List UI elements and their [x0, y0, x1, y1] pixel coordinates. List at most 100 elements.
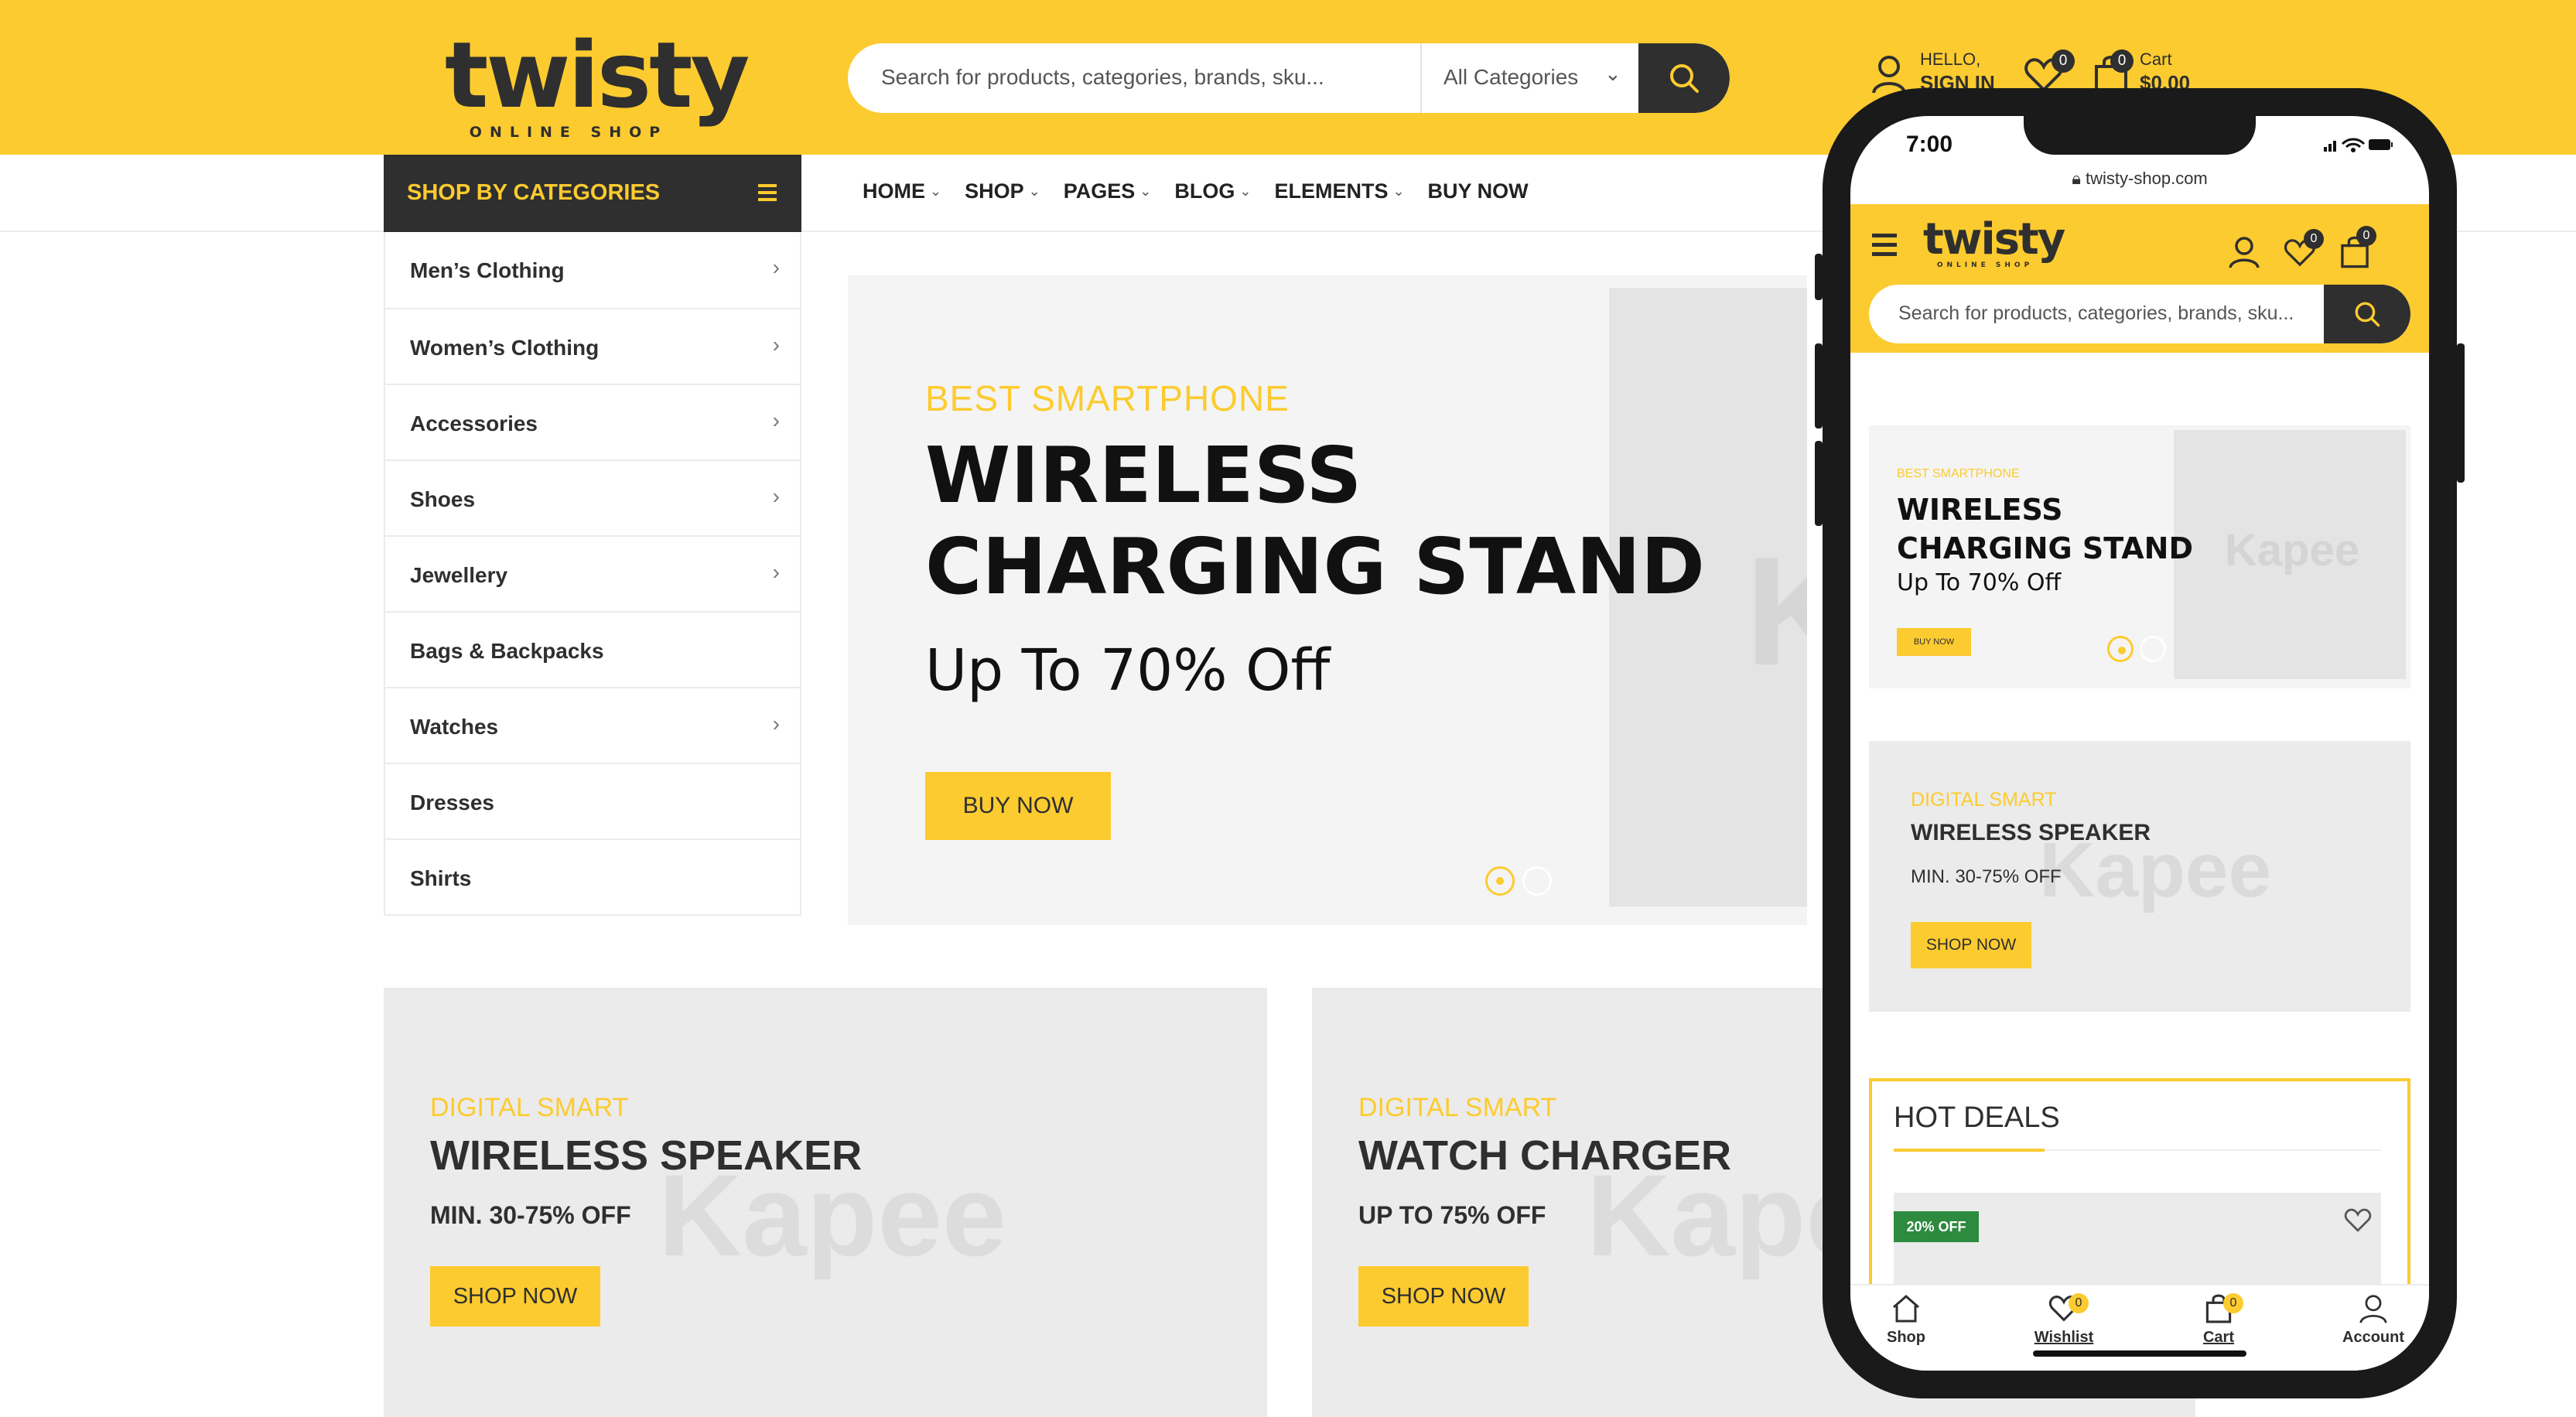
tab-account[interactable]: Account: [2311, 1293, 2429, 1347]
logo-tagline: ONLINE SHOP: [1936, 261, 2034, 269]
menu-icon: [758, 184, 777, 203]
category-label: Bags & Backpacks: [410, 639, 604, 663]
nav-item-shop[interactable]: SHOP ⌄: [965, 179, 1040, 203]
hero-eyebrow: BEST SMARTPHONE: [1897, 467, 2020, 480]
cart-count-badge: 0: [2356, 226, 2376, 246]
nav-item-label: BUY NOW: [1427, 179, 1529, 203]
promo-eyebrow: DIGITAL SMART: [430, 1093, 629, 1122]
search-category-select[interactable]: All Categories: [1443, 65, 1578, 90]
slider-dot-active[interactable]: [1485, 866, 1515, 896]
category-label: Shirts: [410, 866, 472, 890]
promo-subtitle: UP TO 75% OFF: [1358, 1201, 1546, 1229]
category-item-bags-backpacks[interactable]: Bags & Backpacks: [385, 611, 800, 687]
chevron-down-icon: ⌄: [930, 183, 942, 199]
nav-item-blog[interactable]: BLOG ⌄: [1174, 179, 1251, 203]
category-item-watches[interactable]: Watches ›: [385, 687, 800, 763]
nav-item-label: HOME: [863, 179, 925, 203]
category-label: Dresses: [410, 790, 494, 814]
shop-now-button[interactable]: SHOP NOW: [430, 1266, 600, 1327]
search-input[interactable]: Search for products, categories, brands,…: [881, 65, 1324, 90]
shop-now-button[interactable]: SHOP NOW: [1358, 1266, 1529, 1327]
url-text: twisty-shop.com: [2086, 169, 2208, 188]
home-icon: [1893, 1295, 1919, 1323]
wifi-icon: [2341, 138, 2366, 152]
slider-dot-active[interactable]: [2107, 636, 2134, 662]
chevron-right-icon: ›: [772, 333, 780, 357]
category-item-womens-clothing[interactable]: Women’s Clothing ›: [385, 308, 800, 384]
user-icon: [1872, 56, 1906, 94]
tab-shop[interactable]: Shop: [1850, 1293, 1968, 1347]
nav-item-home[interactable]: HOME ⌄: [863, 179, 941, 203]
promo-title: WIRELESS SPEAKER: [430, 1132, 863, 1179]
status-time: 7:00: [1906, 131, 1953, 157]
search-bar: Search for products, categories, brands,…: [848, 43, 1730, 113]
wishlist-count-badge: 0: [2304, 229, 2324, 249]
phone-side-button: [1815, 441, 1823, 526]
category-label: Watches: [410, 715, 499, 739]
category-item-shirts[interactable]: Shirts: [385, 838, 800, 914]
phone-screen: 7:00 🔒︎ twisty-shop.com twisty ONLINE SH…: [1850, 116, 2429, 1371]
discount-badge: 20% OFF: [1894, 1211, 1979, 1242]
category-item-jewellery[interactable]: Jewellery ›: [385, 535, 800, 611]
category-label: Shoes: [410, 487, 476, 511]
hero-title-line: WIRELESS: [1897, 493, 2063, 527]
hero-watermark: Kapee: [1745, 525, 1807, 698]
category-label: Men’s Clothing: [410, 258, 565, 282]
tab-label: Account: [2342, 1329, 2404, 1346]
category-label: Women’s Clothing: [410, 336, 600, 360]
categories-title: SHOP BY CATEGORIES: [407, 180, 661, 205]
hero-slider: Kapee BEST SMARTPHONE WIRELESS CHARGING …: [848, 275, 1807, 925]
mobile-wishlist-button[interactable]: 0: [2284, 229, 2324, 271]
add-to-wishlist-button[interactable]: [2344, 1207, 2372, 1237]
hero-buy-now-button[interactable]: BUY NOW: [1897, 628, 1971, 656]
nav-item-label: SHOP: [965, 179, 1024, 203]
nav-item-label: PAGES: [1063, 179, 1136, 203]
tab-label: Cart: [2202, 1329, 2234, 1346]
mobile-search-button[interactable]: [2324, 285, 2410, 343]
tab-cart[interactable]: 0 Cart: [2157, 1293, 2280, 1347]
mobile-logo[interactable]: twisty ONLINE SHOP: [1923, 218, 2065, 270]
mobile-search-bar: Search for products, categories, brands,…: [1869, 285, 2410, 343]
hero-subtitle: Up To 70% Off: [1897, 569, 2062, 596]
search-button[interactable]: [1638, 43, 1730, 113]
category-item-shoes[interactable]: Shoes ›: [385, 459, 800, 535]
mobile-hero-slider: Kapee BEST SMARTPHONE WIRELESS CHARGING …: [1869, 425, 2410, 688]
slider-dot[interactable]: [2140, 636, 2166, 662]
tab-wishlist[interactable]: 0 Wishlist: [2002, 1293, 2126, 1347]
promo-title: WATCH CHARGER: [1358, 1132, 1731, 1179]
shop-now-button[interactable]: SHOP NOW: [1911, 922, 2031, 968]
nav-item-elements[interactable]: ELEMENTS ⌄: [1274, 179, 1404, 203]
nav-item-pages[interactable]: PAGES ⌄: [1064, 179, 1152, 203]
slider-dot[interactable]: [1522, 866, 1552, 896]
categories-toggle[interactable]: SHOP BY CATEGORIES: [384, 155, 801, 232]
site-logo[interactable]: twisty ONLINE SHOP: [445, 22, 750, 141]
chevron-right-icon: ›: [772, 484, 780, 508]
heart-icon: [2344, 1208, 2372, 1232]
chevron-down-icon: ⌄: [1392, 183, 1405, 199]
chevron-down-icon: ⌄: [1604, 62, 1621, 85]
chevron-right-icon: ›: [772, 560, 780, 584]
hamburger-menu-icon[interactable]: [1872, 234, 1897, 261]
mobile-search-input[interactable]: Search for products, categories, brands,…: [1898, 302, 2294, 325]
lock-icon: 🔒︎: [2072, 169, 2086, 188]
nav-item-label: BLOG: [1174, 179, 1235, 203]
category-item-mens-clothing[interactable]: Men’s Clothing ›: [385, 232, 800, 308]
search-divider: [1420, 43, 1422, 113]
home-indicator[interactable]: [2033, 1350, 2246, 1357]
mobile-account-button[interactable]: [2228, 235, 2260, 273]
category-item-dresses[interactable]: Dresses: [385, 763, 800, 838]
account-greeting: HELLO,: [1920, 50, 1981, 69]
logo-wordmark: twisty: [445, 22, 750, 128]
chevron-right-icon: ›: [772, 255, 780, 279]
nav-item-buy-now[interactable]: BUY NOW: [1428, 179, 1529, 203]
hero-buy-now-button[interactable]: BUY NOW: [925, 772, 1111, 840]
hero-watermark: Kapee: [2225, 525, 2360, 575]
wishlist-count-badge: 0: [2052, 50, 2075, 73]
signal-icon: [2324, 141, 2336, 152]
category-label: Accessories: [410, 411, 538, 435]
promo-eyebrow: DIGITAL SMART: [1358, 1093, 1557, 1122]
browser-url[interactable]: 🔒︎ twisty-shop.com: [1850, 169, 2429, 189]
category-item-accessories[interactable]: Accessories ›: [385, 384, 800, 459]
promo-banner-speaker: Kapee DIGITAL SMART WIRELESS SPEAKER MIN…: [384, 988, 1267, 1417]
mobile-cart-button[interactable]: 0: [2339, 226, 2376, 273]
